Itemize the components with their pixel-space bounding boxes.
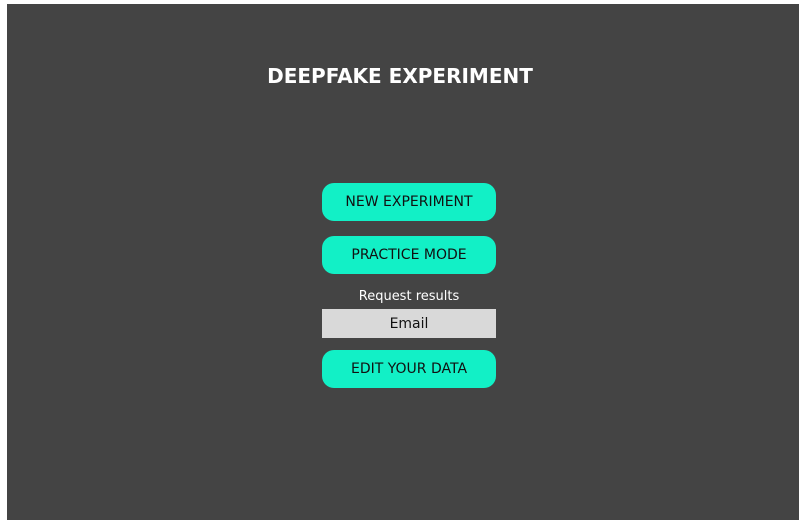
edit-your-data-button[interactable]: EDIT YOUR DATA (322, 350, 496, 388)
request-results-label: Request results (358, 289, 460, 304)
app-window: DEEPFAKE EXPERIMENT NEW EXPERIMENT PRACT… (7, 4, 799, 520)
email-field[interactable] (322, 309, 496, 338)
practice-mode-button[interactable]: PRACTICE MODE (322, 236, 496, 274)
page-title: DEEPFAKE EXPERIMENT (267, 64, 533, 88)
new-experiment-button[interactable]: NEW EXPERIMENT (322, 183, 496, 221)
